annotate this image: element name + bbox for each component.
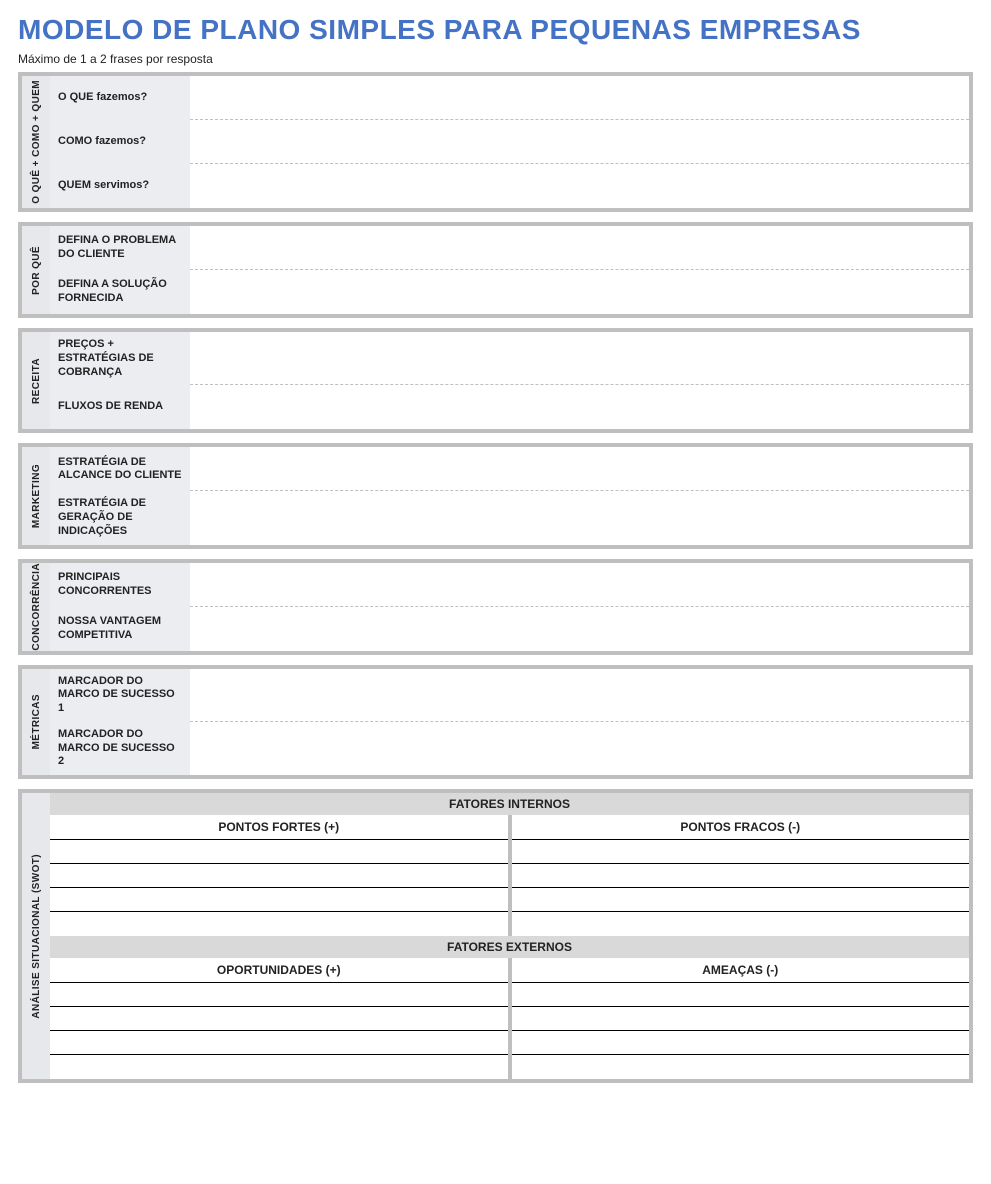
row-who-we-serve: QUEM servimos? [50,164,969,208]
swot-cell[interactable] [50,1055,508,1079]
section-label: MÉTRICAS [22,669,50,776]
swot-cell[interactable] [512,983,970,1007]
row-input[interactable] [190,563,969,607]
row-input[interactable] [190,332,969,385]
row-customer-problem: DEFINA O PROBLEMA DO CLIENTE [50,226,969,270]
section-label: CONCORRÊNCIA [22,563,50,651]
section-why: POR QUÊ DEFINA O PROBLEMA DO CLIENTE DEF… [18,222,973,318]
row-input[interactable] [190,76,969,120]
row-label: MARCADOR DO MARCO DE SUCESSO 2 [50,722,190,775]
row-label: FLUXOS DE RENDA [50,385,190,429]
swot-cell[interactable] [50,912,508,936]
row-main-competitors: PRINCIPAIS CONCORRENTES [50,563,969,607]
row-label: ESTRATÉGIA DE GERAÇÃO DE INDICAÇÕES [50,491,190,544]
row-income-streams: FLUXOS DE RENDA [50,385,969,429]
row-input[interactable] [190,164,969,208]
swot-cell[interactable] [50,1031,508,1055]
row-label: O QUE fazemos? [50,76,190,120]
swot-weaknesses-header: PONTOS FRACOS (-) [512,815,970,840]
row-input[interactable] [190,270,969,314]
swot-external-title: FATORES EXTERNOS [50,936,969,958]
swot-cell[interactable] [512,864,970,888]
swot-cell[interactable] [512,1031,970,1055]
swot-weaknesses-col: PONTOS FRACOS (-) [508,815,970,936]
swot-cell[interactable] [512,888,970,912]
row-pricing-billing: PREÇOS + ESTRATÉGIAS DE COBRANÇA [50,332,969,385]
row-input[interactable] [190,607,969,651]
row-input[interactable] [190,722,969,775]
row-how-we-do: COMO fazemos? [50,120,969,164]
section-label: MARKETING [22,447,50,544]
swot-cell[interactable] [512,1007,970,1031]
row-input[interactable] [190,669,969,722]
row-label: QUEM servimos? [50,164,190,208]
swot-cell[interactable] [512,1055,970,1079]
row-input[interactable] [190,491,969,544]
swot-threats-header: AMEAÇAS (-) [512,958,970,983]
row-input[interactable] [190,385,969,429]
row-input[interactable] [190,120,969,164]
row-label: PREÇOS + ESTRATÉGIAS DE COBRANÇA [50,332,190,385]
section-metrics: MÉTRICAS MARCADOR DO MARCO DE SUCESSO 1 … [18,665,973,780]
row-input[interactable] [190,447,969,491]
row-referral-strategy: ESTRATÉGIA DE GERAÇÃO DE INDICAÇÕES [50,491,969,544]
swot-cell[interactable] [512,840,970,864]
section-label: RECEITA [22,332,50,429]
section-what-how-who: O QUÊ + COMO + QUEM O QUE fazemos? COMO … [18,72,973,212]
swot-cell[interactable] [50,864,508,888]
row-label: DEFINA A SOLUÇÃO FORNECIDA [50,270,190,314]
row-label: DEFINA O PROBLEMA DO CLIENTE [50,226,190,270]
swot-opportunities-col: OPORTUNIDADES (+) [50,958,508,1079]
swot-opportunities-header: OPORTUNIDADES (+) [50,958,508,983]
row-label: COMO fazemos? [50,120,190,164]
row-solution-provided: DEFINA A SOLUÇÃO FORNECIDA [50,270,969,314]
row-label: MARCADOR DO MARCO DE SUCESSO 1 [50,669,190,722]
row-what-we-do: O QUE fazemos? [50,76,969,120]
swot-cell[interactable] [50,888,508,912]
section-revenue: RECEITA PREÇOS + ESTRATÉGIAS DE COBRANÇA… [18,328,973,433]
swot-threats-col: AMEAÇAS (-) [508,958,970,1079]
swot-cell[interactable] [50,1007,508,1031]
swot-strengths-header: PONTOS FORTES (+) [50,815,508,840]
swot-internal-title: FATORES INTERNOS [50,793,969,815]
swot-strengths-col: PONTOS FORTES (+) [50,815,508,936]
row-input[interactable] [190,226,969,270]
row-milestone-2: MARCADOR DO MARCO DE SUCESSO 2 [50,722,969,775]
swot-cell[interactable] [50,840,508,864]
row-competitive-advantage: NOSSA VANTAGEM COMPETITIVA [50,607,969,651]
swot-cell[interactable] [50,983,508,1007]
section-label: ANÁLISE SITUACIONAL (SWOT) [22,793,50,1079]
section-label: O QUÊ + COMO + QUEM [22,76,50,208]
row-reach-strategy: ESTRATÉGIA DE ALCANCE DO CLIENTE [50,447,969,491]
row-milestone-1: MARCADOR DO MARCO DE SUCESSO 1 [50,669,969,722]
page-subtitle: Máximo de 1 a 2 frases por resposta [18,52,973,66]
row-label: ESTRATÉGIA DE ALCANCE DO CLIENTE [50,447,190,491]
section-label: POR QUÊ [22,226,50,314]
section-marketing: MARKETING ESTRATÉGIA DE ALCANCE DO CLIEN… [18,443,973,548]
swot-cell[interactable] [512,912,970,936]
page-title: MODELO DE PLANO SIMPLES PARA PEQUENAS EM… [18,14,973,46]
swot-analysis: ANÁLISE SITUACIONAL (SWOT) FATORES INTER… [18,789,973,1083]
row-label: NOSSA VANTAGEM COMPETITIVA [50,607,190,651]
row-label: PRINCIPAIS CONCORRENTES [50,563,190,607]
section-competition: CONCORRÊNCIA PRINCIPAIS CONCORRENTES NOS… [18,559,973,655]
